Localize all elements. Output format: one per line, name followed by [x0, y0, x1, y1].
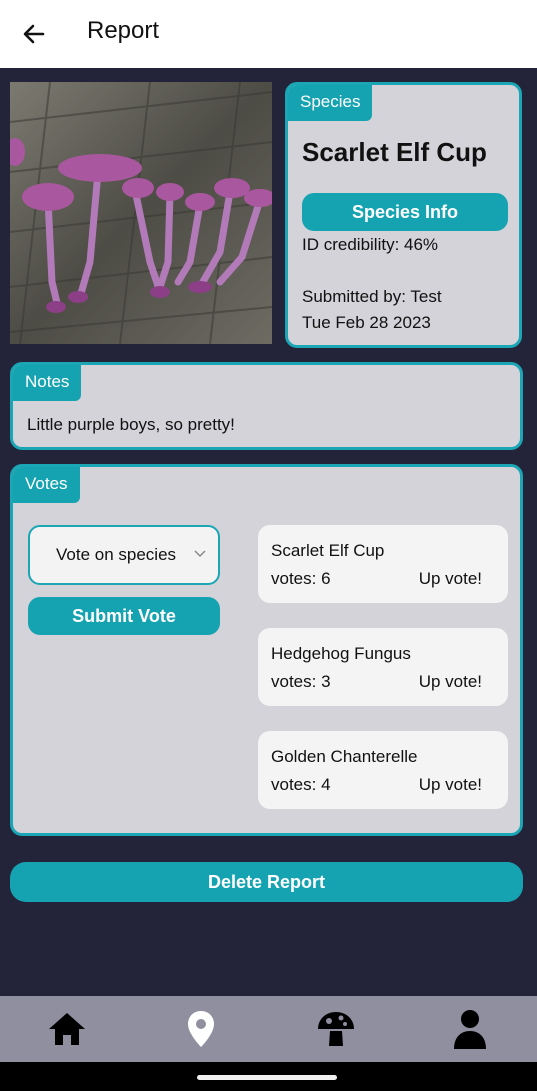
report-photo	[10, 82, 272, 344]
vote-option-count: votes: 4	[271, 775, 331, 794]
upvote-button[interactable]: Up vote!	[419, 775, 482, 795]
delete-report-button[interactable]: Delete Report	[10, 862, 523, 902]
notes-card: Notes Little purple boys, so pretty!	[10, 362, 523, 450]
upvote-button[interactable]: Up vote!	[419, 672, 482, 692]
vote-select-label: Vote on species	[56, 545, 177, 564]
vote-option-name: Golden Chanterelle	[271, 747, 418, 766]
votes-tag: Votes	[13, 467, 80, 503]
species-tag: Species	[288, 85, 373, 121]
vote-option-count: votes: 6	[271, 569, 331, 588]
vote-option: Scarlet Elf Cup votes: 6 Up vote!	[258, 525, 508, 603]
species-name: Scarlet Elf Cup	[302, 137, 487, 167]
notes-text: Little purple boys, so pretty!	[27, 415, 235, 434]
arrow-left-icon	[23, 24, 45, 44]
submitted-by: Submitted by: Test	[302, 287, 442, 306]
nav-map[interactable]	[134, 996, 268, 1062]
app-bar: Report	[0, 0, 537, 68]
upvote-button[interactable]: Up vote!	[419, 569, 482, 589]
votes-card: Votes Vote on species Submit Vote Scarle…	[10, 464, 523, 836]
home-indicator[interactable]	[197, 1075, 337, 1080]
home-icon	[49, 1013, 86, 1045]
system-gesture-area	[0, 1062, 537, 1091]
species-info-button[interactable]: Species Info	[302, 193, 508, 231]
map-pin-icon	[188, 1011, 215, 1047]
submit-vote-button[interactable]: Submit Vote	[28, 597, 220, 635]
species-card: Species Scarlet Elf Cup Species Info ID …	[285, 82, 522, 348]
back-button[interactable]	[18, 18, 50, 50]
submitted-date: Tue Feb 28 2023	[302, 313, 431, 332]
nav-profile[interactable]	[403, 996, 537, 1062]
profile-icon	[453, 1010, 486, 1049]
vote-species-select[interactable]: Vote on species	[28, 525, 220, 585]
notes-tag: Notes	[13, 365, 82, 401]
nav-home[interactable]	[0, 996, 134, 1062]
bottom-nav	[0, 996, 537, 1062]
id-credibility: ID credibility: 46%	[302, 235, 439, 254]
mushroom-icon	[317, 1012, 354, 1046]
vote-option-name: Scarlet Elf Cup	[271, 541, 385, 560]
chevron-down-icon	[194, 550, 206, 558]
vote-option-count: votes: 3	[271, 672, 331, 691]
vote-option-name: Hedgehog Fungus	[271, 644, 411, 663]
vote-option: Golden Chanterelle votes: 4 Up vote!	[258, 731, 508, 809]
vote-option: Hedgehog Fungus votes: 3 Up vote!	[258, 628, 508, 706]
page-title: Report	[87, 17, 160, 44]
nav-species[interactable]	[269, 996, 403, 1062]
